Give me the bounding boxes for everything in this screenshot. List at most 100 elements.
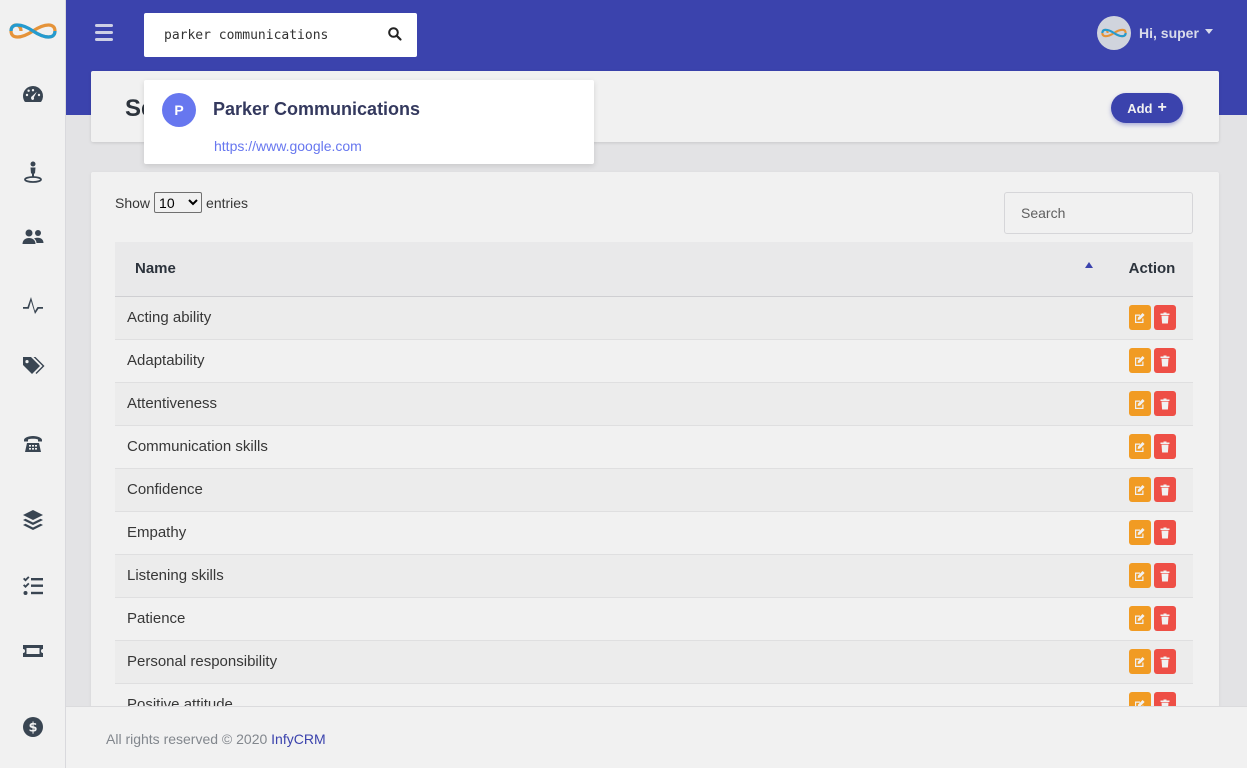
- infinity-logo-icon[interactable]: [7, 14, 59, 48]
- edit-icon: [1134, 484, 1145, 495]
- row-actions: [1111, 511, 1193, 555]
- edit-icon: [1134, 656, 1145, 667]
- edit-button[interactable]: [1128, 649, 1151, 674]
- money-icon[interactable]: $: [15, 712, 51, 742]
- row-actions: [1111, 339, 1193, 383]
- row-actions: [1111, 425, 1193, 469]
- edit-icon: [1134, 613, 1145, 624]
- footer: All rights reserved © 2020 InfyCRM: [66, 706, 1247, 768]
- row-name: Adaptability: [115, 339, 1111, 383]
- delete-button[interactable]: [1153, 606, 1176, 631]
- row-name: Acting ability: [115, 296, 1111, 340]
- delete-button[interactable]: [1153, 477, 1176, 502]
- add-button-label: Add: [1127, 100, 1153, 116]
- edit-button[interactable]: [1128, 520, 1151, 545]
- result-avatar: P: [162, 93, 196, 127]
- users-icon[interactable]: [15, 222, 51, 252]
- ticket-icon[interactable]: [15, 636, 51, 666]
- trash-icon: [1160, 570, 1169, 581]
- footer-text: All rights reserved © 2020 InfyCRM: [106, 731, 326, 747]
- table-row: Attentiveness: [115, 382, 1193, 426]
- delete-button[interactable]: [1153, 348, 1176, 373]
- edit-button[interactable]: [1128, 606, 1151, 631]
- chevron-down-icon: [1204, 28, 1213, 34]
- dashboard-icon[interactable]: [15, 80, 51, 110]
- edit-button[interactable]: [1128, 305, 1151, 330]
- edit-icon: [1134, 570, 1145, 581]
- row-name: Listening skills: [115, 554, 1111, 598]
- edit-icon: [1134, 527, 1145, 538]
- delete-button[interactable]: [1153, 305, 1176, 330]
- table-search-input[interactable]: [1004, 192, 1193, 234]
- column-header-name[interactable]: Name: [115, 242, 1111, 297]
- table-row: Personal responsibility: [115, 640, 1193, 684]
- edit-button[interactable]: [1128, 477, 1151, 502]
- table-row: Listening skills: [115, 554, 1193, 598]
- row-actions: [1111, 468, 1193, 512]
- row-name: Empathy: [115, 511, 1111, 555]
- copyright-text: All rights reserved © 2020: [106, 731, 268, 747]
- edit-button[interactable]: [1128, 348, 1151, 373]
- layers-icon[interactable]: [15, 505, 51, 535]
- entries-length-control: Show 10 entries: [115, 192, 248, 213]
- user-location-icon[interactable]: [15, 157, 51, 187]
- table-row: Empathy: [115, 511, 1193, 555]
- global-search: [144, 13, 417, 57]
- row-actions: [1111, 640, 1193, 684]
- delete-button[interactable]: [1153, 434, 1176, 459]
- trash-icon: [1160, 656, 1169, 667]
- edit-icon: [1134, 441, 1145, 452]
- trash-icon: [1160, 355, 1169, 366]
- trash-icon: [1160, 527, 1169, 538]
- chart-icon[interactable]: [15, 289, 51, 319]
- trash-icon: [1160, 613, 1169, 624]
- table-row: Confidence: [115, 468, 1193, 512]
- avatar: [1097, 16, 1131, 50]
- global-search-input[interactable]: [164, 27, 364, 43]
- row-actions: [1111, 296, 1193, 340]
- tags-icon[interactable]: [15, 351, 51, 381]
- edit-icon: [1134, 355, 1145, 366]
- delete-button[interactable]: [1153, 649, 1176, 674]
- entries-label: entries: [206, 194, 249, 211]
- search-result-dropdown[interactable]: P Parker Communications https://www.goog…: [144, 80, 594, 164]
- show-label: Show: [115, 194, 151, 211]
- tasks-icon[interactable]: [15, 571, 51, 601]
- phone-icon[interactable]: [15, 429, 51, 459]
- delete-button[interactable]: [1153, 520, 1176, 545]
- plus-icon: +: [1157, 99, 1167, 116]
- trash-icon: [1160, 484, 1169, 495]
- row-actions: [1111, 382, 1193, 426]
- table-row: Acting ability: [115, 296, 1193, 340]
- avatar-logo-icon: [1101, 28, 1127, 38]
- row-actions: [1111, 597, 1193, 641]
- edit-icon: [1134, 398, 1145, 409]
- search-icon[interactable]: [387, 26, 403, 42]
- trash-icon: [1160, 312, 1169, 323]
- delete-button[interactable]: [1153, 391, 1176, 416]
- row-name: Personal responsibility: [115, 640, 1111, 684]
- delete-button[interactable]: [1153, 563, 1176, 588]
- user-menu[interactable]: Hi, super: [1097, 16, 1213, 50]
- svg-text:$: $: [28, 721, 37, 736]
- sidebar: $: [0, 0, 66, 768]
- edit-icon: [1134, 312, 1145, 323]
- data-table-card: Show 10 entries Name Action Acting abili…: [91, 172, 1219, 732]
- table-row: Patience: [115, 597, 1193, 641]
- table-row: Communication skills: [115, 425, 1193, 469]
- result-url-link[interactable]: https://www.google.com: [214, 138, 362, 154]
- row-name: Patience: [115, 597, 1111, 641]
- user-greeting: Hi, super: [1139, 25, 1199, 41]
- menu-toggle-icon[interactable]: [95, 24, 113, 42]
- sort-asc-icon[interactable]: [1085, 262, 1093, 268]
- edit-button[interactable]: [1128, 434, 1151, 459]
- edit-button[interactable]: [1128, 391, 1151, 416]
- trash-icon: [1160, 441, 1169, 452]
- edit-button[interactable]: [1128, 563, 1151, 588]
- entries-select[interactable]: 10: [154, 192, 203, 213]
- footer-brand-link[interactable]: InfyCRM: [271, 731, 325, 747]
- row-name: Communication skills: [115, 425, 1111, 469]
- add-button[interactable]: Add +: [1111, 93, 1183, 123]
- table-row: Adaptability: [115, 339, 1193, 383]
- result-name[interactable]: Parker Communications: [213, 99, 420, 120]
